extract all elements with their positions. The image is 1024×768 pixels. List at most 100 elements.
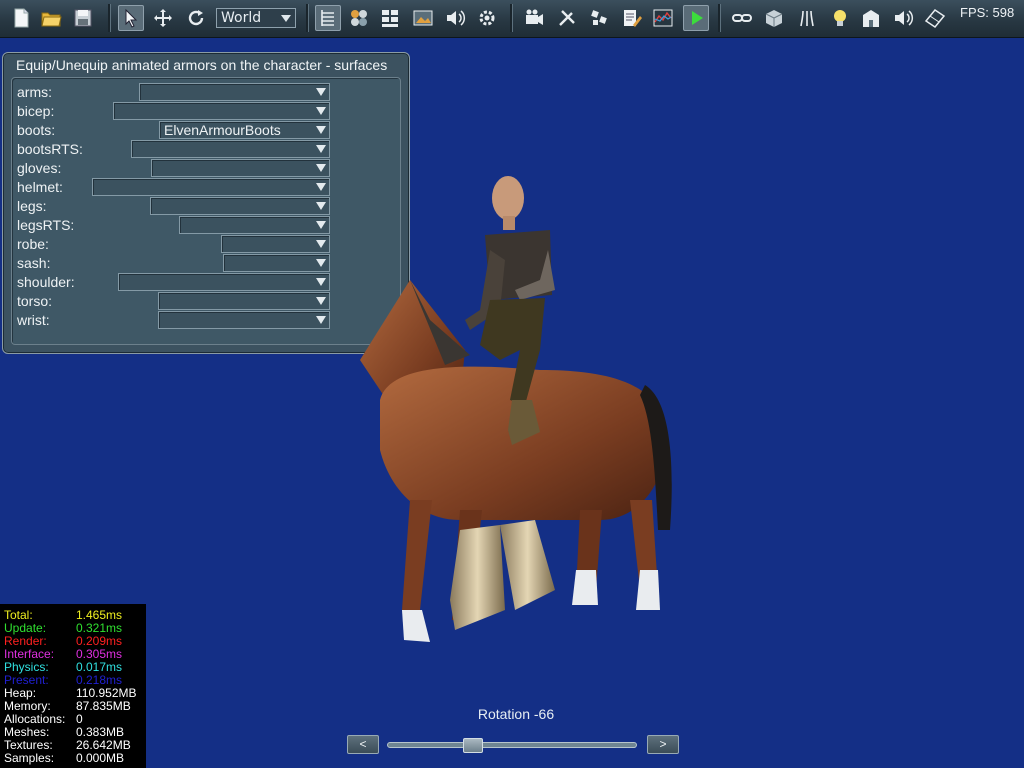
tools-icon[interactable] [554,5,580,31]
bootsrts-dropdown[interactable] [131,140,330,158]
slot-label: arms: [17,84,52,100]
light-bulb-icon[interactable] [827,5,853,31]
volume-icon[interactable] [890,5,916,31]
rotation-slider-track[interactable] [387,742,637,748]
select-arrow-icon[interactable] [118,5,144,31]
slot-row-bicep: bicep: [12,102,402,121]
rider-neck [503,216,515,230]
slot-label: legsRTS: [17,217,75,233]
toolbar-separator [108,4,111,32]
sash-dropdown[interactable] [223,254,330,272]
chevron-down-icon [316,107,326,115]
new-file-icon[interactable] [8,5,34,31]
stat-value: 87.835MB [76,699,131,713]
slot-label: helmet: [17,179,63,195]
stat-row: Textures: 26.642MB [4,738,146,752]
slot-label: boots: [17,122,56,138]
sound-icon[interactable] [442,5,468,31]
rotation-slider-thumb[interactable] [462,738,483,753]
horse-sock [572,570,598,605]
open-folder-icon[interactable] [38,5,64,31]
boots-dropdown[interactable]: ElvenArmourBoots [159,121,330,139]
stat-label: Heap: [4,686,37,700]
materials-icon[interactable] [346,5,372,31]
move-icon[interactable] [150,5,176,31]
fps-counter: FPS: 598 [960,5,1015,20]
slot-label: robe: [17,236,49,252]
legsrts-dropdown[interactable] [179,216,330,234]
play-icon[interactable] [683,5,709,31]
horse-leg [402,500,432,610]
chevron-down-icon [316,202,326,210]
slot-label: gloves: [17,160,62,176]
horse-sock [636,570,660,610]
stat-label: Physics: [4,660,49,674]
stat-label: Memory: [4,699,51,713]
image-viewer-icon[interactable] [410,5,436,31]
shoulder-dropdown[interactable] [118,273,330,291]
legs-dropdown[interactable] [150,197,330,215]
robe-dropdown[interactable] [221,235,330,253]
cube-icon[interactable] [761,5,787,31]
stat-label: Present: [4,673,49,687]
stat-value: 0.321ms [76,621,123,635]
script-editor-icon[interactable] [619,5,645,31]
bicep-dropdown[interactable] [113,102,330,120]
chevron-down-icon [316,183,326,191]
grid-view-icon[interactable] [377,5,403,31]
building-icon[interactable] [858,5,884,31]
rotate-right-button[interactable]: > [647,735,679,754]
settings-gear-icon[interactable] [474,5,500,31]
profiler-graph-icon[interactable] [650,5,676,31]
stat-value: 0.209ms [76,634,123,648]
stat-label: Interface: [4,647,55,661]
terrain-icon[interactable] [922,5,948,31]
main-toolbar: World FPS: 598 [0,0,1024,38]
stat-row: Samples: 0.000MB [4,751,146,765]
save-icon[interactable] [70,5,96,31]
chevron-down-icon [316,88,326,96]
rotation-label: Rotation -66 [477,706,555,722]
rotate-icon[interactable] [183,5,209,31]
film-camera-icon[interactable] [521,5,547,31]
stat-value: 26.642MB [76,738,131,752]
3d-viewport-character[interactable] [340,170,700,660]
stat-label: Samples: [4,751,55,765]
slot-row-arms: arms: [12,83,402,102]
plugins-icon[interactable] [586,5,612,31]
stat-label: Update: [4,621,47,635]
chevron-down-icon [316,145,326,153]
stat-value: 0.305ms [76,647,123,661]
slot-value: ElvenArmourBoots [164,122,281,138]
stat-label: Allocations: [4,712,66,726]
toolbar-separator [306,4,309,32]
coordinate-space-dropdown[interactable]: World [216,8,296,28]
stat-row: Render: 0.209ms [4,634,146,648]
chevron-down-icon [316,259,326,267]
chevron-down-icon [316,278,326,286]
slot-label: bicep: [17,103,55,119]
torso-dropdown[interactable] [158,292,330,310]
wrist-dropdown[interactable] [158,311,330,329]
scene-tree-icon[interactable] [315,5,341,31]
stat-row: Meshes: 0.383MB [4,725,146,739]
elven-armour-boots [500,520,555,610]
slot-row-bootsrts: bootsRTS: [12,140,402,159]
stat-label: Meshes: [4,725,50,739]
slot-label: sash: [17,255,51,271]
chevron-down-icon [316,240,326,248]
slot-label: bootsRTS: [17,141,83,157]
chevron-down-icon [281,15,291,22]
arms-dropdown[interactable] [139,83,330,101]
helmet-dropdown[interactable] [92,178,330,196]
link-icon[interactable] [729,5,755,31]
horse-sock [402,610,430,642]
particles-icon[interactable] [794,5,820,31]
stat-value: 0.383MB [76,725,125,739]
panel-title: Equip/Unequip animated armors on the cha… [16,57,388,73]
stat-value: 0.218ms [76,673,123,687]
gloves-dropdown[interactable] [151,159,330,177]
rotate-left-button[interactable]: < [347,735,379,754]
stat-value: 0.017ms [76,660,123,674]
slot-row-boots: boots: ElvenArmourBoots [12,121,402,140]
